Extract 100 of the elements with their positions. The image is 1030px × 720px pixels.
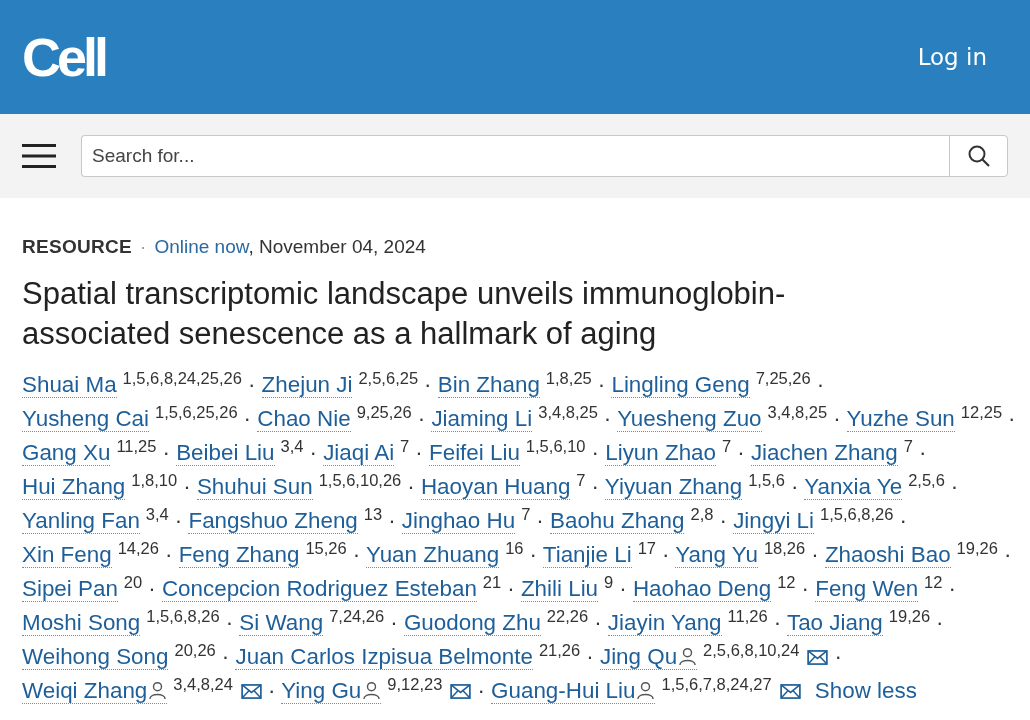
author-link[interactable]: Guodong Zhu bbox=[403, 610, 541, 636]
separator-dot: · bbox=[719, 508, 727, 533]
author-link[interactable]: Fangshuo Zheng bbox=[188, 508, 358, 534]
person-icon bbox=[636, 681, 656, 700]
author-link[interactable]: Tao Jiang bbox=[786, 610, 883, 636]
author-link[interactable]: Feng Wen bbox=[815, 576, 919, 602]
author-link[interactable]: Hui Zhang bbox=[22, 474, 126, 500]
author-link[interactable]: Weihong Song bbox=[22, 644, 169, 670]
author-link[interactable]: Yuan Zhuang bbox=[365, 542, 500, 568]
login-link[interactable]: Log in bbox=[917, 44, 987, 70]
affiliation-numbers: 2,8 bbox=[690, 505, 714, 523]
separator-dot: · bbox=[352, 542, 361, 567]
affiliation-numbers: 1,5,6,7,8,24,27 bbox=[661, 675, 772, 693]
separator-dot: · bbox=[918, 440, 927, 465]
affiliation-numbers: 13 bbox=[363, 505, 383, 523]
author-link[interactable]: Feifei Liu bbox=[429, 440, 520, 466]
envelope-icon[interactable] bbox=[240, 684, 262, 699]
menu-icon[interactable] bbox=[22, 143, 56, 169]
author-link[interactable]: Yang Yu bbox=[675, 542, 758, 568]
author-link[interactable]: Juan Carlos Izpisua Belmonte bbox=[235, 644, 533, 670]
person-icon bbox=[362, 681, 382, 700]
separator-dot: · bbox=[773, 610, 782, 635]
affiliation-numbers: 11,26 bbox=[727, 607, 768, 625]
author-link[interactable]: Shuai Ma bbox=[22, 372, 117, 398]
envelope-icon[interactable] bbox=[779, 684, 801, 699]
author-link[interactable]: Lingling Geng bbox=[611, 372, 750, 398]
affiliation-numbers: 7 bbox=[576, 471, 586, 489]
author-link[interactable]: Sipei Pan bbox=[22, 576, 118, 602]
search-button[interactable] bbox=[949, 135, 1008, 177]
author-link[interactable]: Jiachen Zhang bbox=[750, 440, 898, 466]
author-link[interactable]: Zhili Liu bbox=[520, 576, 599, 602]
separator-dot: · bbox=[591, 474, 599, 499]
separator-dot: · bbox=[309, 440, 317, 465]
author-link[interactable]: Concepcion Rodriguez Esteban bbox=[161, 576, 477, 602]
author-link[interactable]: Beibei Liu bbox=[176, 440, 275, 466]
author-link[interactable]: Feng Zhang bbox=[178, 542, 300, 568]
envelope-icon[interactable] bbox=[807, 650, 829, 665]
affiliation-numbers: 12,25 bbox=[960, 403, 1003, 421]
online-status-link[interactable]: Online now bbox=[154, 236, 249, 257]
affiliation-numbers: 3,4 bbox=[280, 437, 304, 455]
author-link[interactable]: Yuesheng Zuo bbox=[617, 406, 762, 432]
search-field[interactable]: Search for... bbox=[81, 135, 949, 177]
author-link[interactable]: Jiaming Li bbox=[431, 406, 533, 432]
author-link[interactable]: Haohao Deng bbox=[632, 576, 772, 602]
separator-dot: · bbox=[164, 542, 173, 567]
author-link[interactable]: Weiqi Zhang bbox=[22, 678, 168, 704]
separator-dot: · bbox=[390, 610, 398, 635]
search-icon bbox=[966, 144, 991, 168]
author-link[interactable]: Guang-Hui Liu bbox=[491, 678, 656, 704]
author-link[interactable]: Jiaqi Ai bbox=[323, 440, 395, 466]
author-link[interactable]: Xin Feng bbox=[22, 542, 112, 568]
author-link[interactable]: Yiyuan Zhang bbox=[604, 474, 743, 500]
separator-dot: · bbox=[1008, 406, 1016, 431]
affiliation-numbers: 16 bbox=[505, 539, 524, 557]
author-link[interactable]: Yanxia Ye bbox=[804, 474, 903, 500]
author-link[interactable]: Bin Zhang bbox=[437, 372, 540, 398]
author-link[interactable]: Baohu Zhang bbox=[550, 508, 685, 534]
author-link[interactable]: Tianjie Li bbox=[542, 542, 632, 568]
show-less-link[interactable]: Show less bbox=[814, 678, 917, 703]
author-link[interactable]: Yanling Fan bbox=[22, 508, 140, 534]
affiliation-numbers: 22,26 bbox=[546, 607, 589, 625]
separator-dot: · bbox=[529, 542, 537, 567]
author-link[interactable]: Haoyan Huang bbox=[420, 474, 571, 500]
author-link[interactable]: Ying Gu bbox=[281, 678, 382, 704]
separator-dot: · bbox=[225, 610, 234, 635]
author-link[interactable]: Chao Nie bbox=[257, 406, 351, 432]
author-link[interactable]: Jingyi Li bbox=[733, 508, 815, 534]
affiliation-numbers: 19,26 bbox=[956, 539, 998, 557]
author-link[interactable]: Yuzhe Sun bbox=[846, 406, 955, 432]
affiliation-numbers: 7 bbox=[521, 505, 531, 523]
author-link[interactable]: Zhaoshi Bao bbox=[824, 542, 951, 568]
affiliation-numbers: 3,4 bbox=[145, 505, 169, 523]
author-link[interactable]: Gang Xu bbox=[22, 440, 111, 466]
author-link[interactable]: Yusheng Cai bbox=[22, 406, 149, 432]
affiliation-numbers: 11,25 bbox=[116, 437, 157, 455]
separator-dot: · bbox=[174, 508, 183, 533]
affiliation-numbers: 2,5,6 bbox=[908, 471, 945, 489]
author-link[interactable]: Jiayin Yang bbox=[607, 610, 722, 636]
envelope-icon[interactable] bbox=[450, 684, 472, 699]
logo[interactable]: Cell bbox=[22, 30, 106, 84]
author-link[interactable]: Shuhui Sun bbox=[196, 474, 313, 500]
author-link[interactable]: Zhejun Ji bbox=[261, 372, 353, 398]
author-link[interactable]: Jing Qu bbox=[599, 644, 698, 670]
separator-dot: · bbox=[790, 474, 799, 499]
author-link[interactable]: Moshi Song bbox=[22, 610, 141, 636]
separator-dot: · bbox=[586, 644, 594, 669]
affiliation-numbers: 1,5,6 bbox=[748, 471, 785, 489]
affiliation-numbers: 1,5,6,8,26 bbox=[146, 607, 220, 625]
author-link[interactable]: Si Wang bbox=[239, 610, 324, 636]
separator-dot: · bbox=[811, 542, 819, 567]
separator-dot: · bbox=[183, 474, 191, 499]
affiliation-numbers: 1,5,6,10,26 bbox=[318, 471, 402, 489]
separator-dot: · bbox=[899, 508, 907, 533]
affiliation-numbers: 17 bbox=[637, 539, 656, 557]
author-link[interactable]: Jinghao Hu bbox=[401, 508, 516, 534]
affiliation-numbers: 7 bbox=[722, 437, 732, 455]
separator-dot: · bbox=[507, 576, 515, 601]
author-link[interactable]: Liyun Zhao bbox=[605, 440, 716, 466]
separator-dot: · bbox=[477, 678, 485, 703]
affiliation-numbers: 1,5,6,10 bbox=[525, 437, 586, 455]
